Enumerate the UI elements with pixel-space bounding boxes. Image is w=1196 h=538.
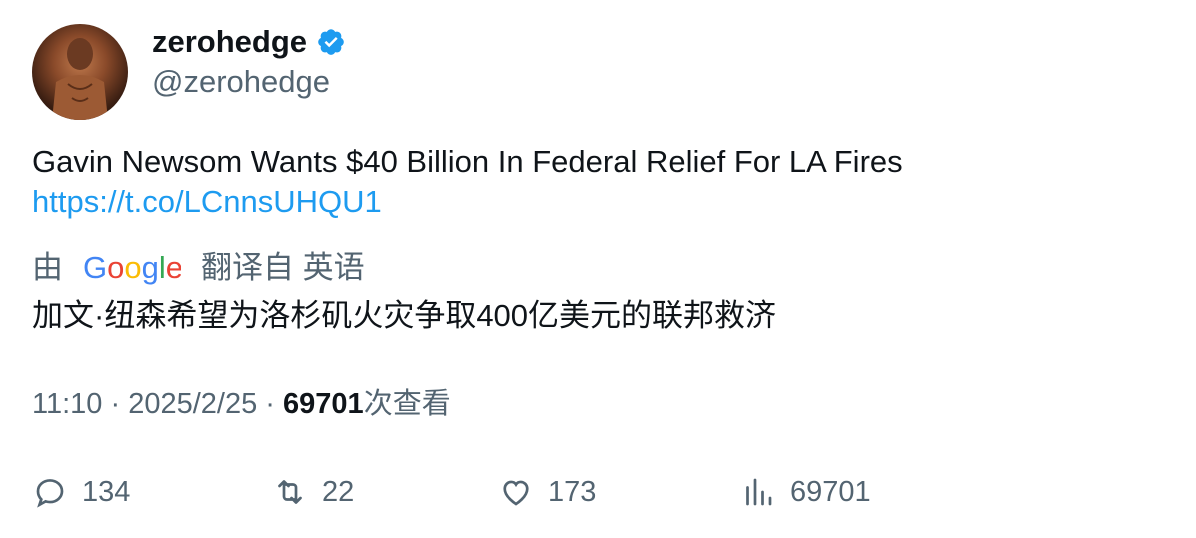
reply-count: 134 (82, 475, 131, 508)
action-bar: 134 22 173 69701 (0, 470, 1196, 514)
tweet-text: Gavin Newsom Wants $40 Billion In Federa… (32, 144, 903, 179)
tweet-date[interactable]: 2025/2/25 (128, 388, 257, 420)
analytics-icon (746, 478, 772, 506)
tweet-body: Gavin Newsom Wants $40 Billion In Federa… (32, 142, 903, 222)
reply-icon (36, 479, 64, 508)
translation-attribution: 由 Google 翻译自 英语 (32, 248, 365, 288)
author-name-row[interactable]: zerohedge (152, 22, 346, 62)
google-logo-icon: Google (83, 250, 181, 285)
like-button[interactable]: 173 (498, 470, 596, 514)
translated-text: 加文·纽森希望为洛杉矶火灾争取400亿美元的联邦救济 (32, 298, 777, 333)
author-handle[interactable]: @zerohedge (152, 62, 330, 102)
verified-badge-icon (318, 29, 344, 55)
heart-icon (503, 480, 529, 506)
author-name[interactable]: zerohedge (152, 22, 307, 62)
views-count: 69701 (790, 475, 871, 508)
translation-prefix: 由 (32, 250, 63, 285)
retweet-icon (278, 480, 302, 504)
tweet-time[interactable]: 11:10 (32, 388, 102, 420)
like-count: 173 (548, 475, 597, 508)
reply-button[interactable]: 134 (32, 470, 130, 514)
svg-text:Google: Google (83, 250, 181, 285)
meta-separator: · (110, 388, 121, 420)
retweet-count: 22 (322, 475, 355, 508)
retweet-button[interactable]: 22 (272, 470, 354, 514)
translation-suffix: 翻译自 英语 (201, 250, 365, 285)
avatar[interactable] (32, 24, 128, 120)
view-count: 69701 (283, 388, 364, 420)
meta-separator: · (265, 388, 275, 420)
views-suffix: 次查看 (363, 388, 451, 420)
views-button[interactable]: 69701 (740, 470, 871, 514)
tweet-meta: 11:10 · 2025/2/25 · 69701次查看 (32, 384, 451, 424)
tweet-link[interactable]: https://t.co/LCnnsUHQU1 (32, 182, 903, 222)
